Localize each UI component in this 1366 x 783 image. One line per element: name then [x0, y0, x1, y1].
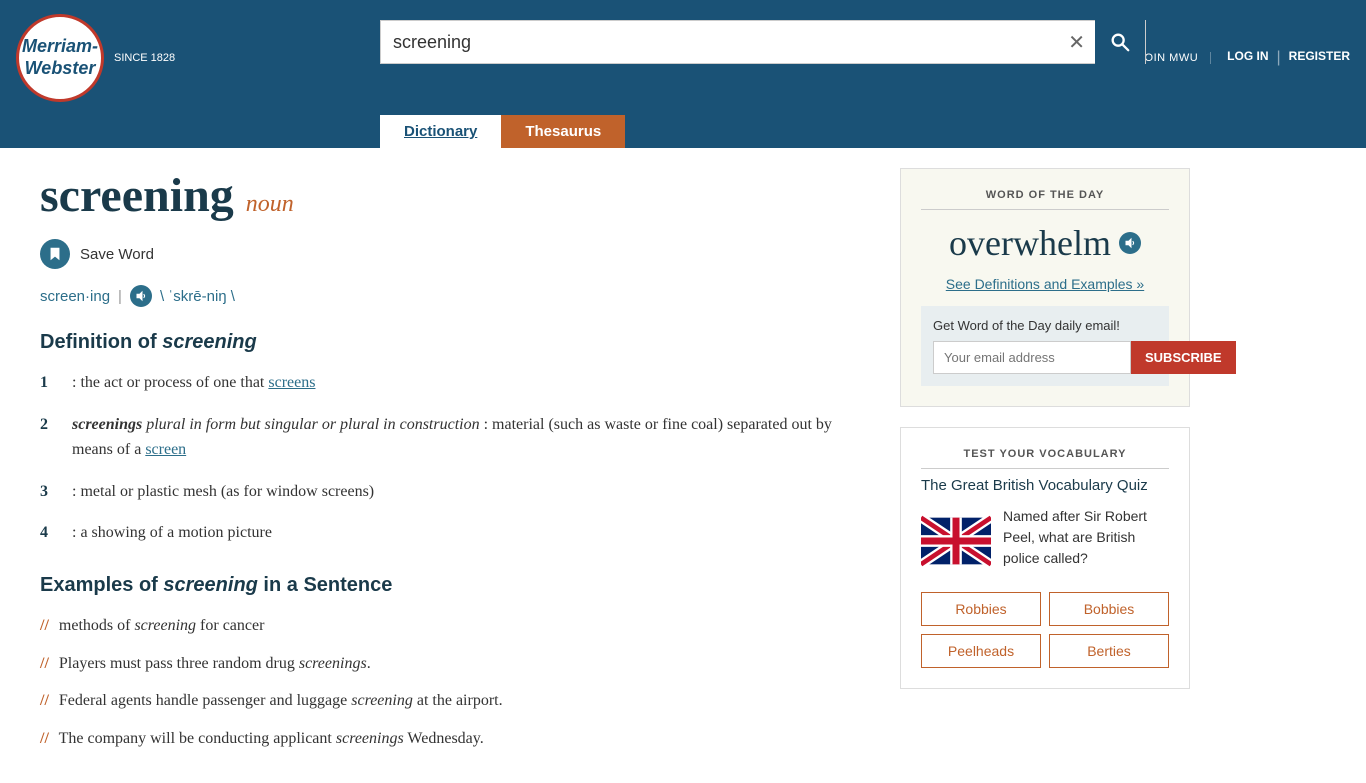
- example-2: // Players must pass three random drug s…: [40, 651, 860, 677]
- wotd-email-section: Get Word of the Day daily email! SUBSCRI…: [921, 306, 1169, 386]
- example-4: // The company will be conducting applic…: [40, 726, 860, 752]
- screens-link[interactable]: screens: [268, 374, 315, 391]
- quiz-question: Named after Sir Robert Peel, what are Br…: [1003, 506, 1169, 576]
- since-label: SINCE 1828: [114, 52, 175, 64]
- wotd-word: overwhelm: [921, 222, 1169, 264]
- save-icon[interactable]: [40, 239, 70, 269]
- def-item-3: 3 : metal or plastic mesh (as for window…: [40, 479, 860, 505]
- def-item-1: 1 : the act or process of one that scree…: [40, 370, 860, 396]
- wotd-see-more-link[interactable]: See Definitions and Examples »: [946, 276, 1144, 292]
- tab-bar: Dictionary Thesaurus: [0, 115, 1366, 148]
- headword: screening: [40, 168, 234, 223]
- screen-link[interactable]: screen: [145, 441, 186, 458]
- examples-heading: Examples of screening in a Sentence: [40, 574, 860, 597]
- part-of-speech: noun: [246, 191, 294, 218]
- definition-heading: Definition of screening: [40, 331, 860, 354]
- search-icon: [1109, 31, 1131, 53]
- email-form: SUBSCRIBE: [933, 341, 1157, 374]
- logo-circle: Merriam-Webster: [16, 14, 104, 102]
- auth-links: LOG IN | REGISTER: [1227, 49, 1350, 67]
- title-row: screening noun: [40, 168, 860, 223]
- clear-search-button[interactable]: ✕: [1058, 30, 1095, 55]
- definition-list: 1 : the act or process of one that scree…: [40, 370, 860, 546]
- register-link[interactable]: REGISTER: [1289, 49, 1350, 67]
- audio-button[interactable]: [130, 285, 152, 307]
- main-layout: screening noun Save Word screen·ing | \ …: [0, 148, 1366, 783]
- login-link[interactable]: LOG IN: [1227, 49, 1268, 67]
- quiz-title: The Great British Vocabulary Quiz: [921, 477, 1169, 494]
- wotd-label: WORD OF THE DAY: [921, 189, 1169, 210]
- uk-flag-icon: [921, 506, 991, 576]
- content-area: screening noun Save Word screen·ing | \ …: [40, 168, 860, 763]
- subscribe-button[interactable]: SUBSCRIBE: [1131, 341, 1236, 374]
- wotd-audio-button[interactable]: [1119, 232, 1141, 254]
- logo[interactable]: Merriam-Webster SINCE 1828: [16, 14, 175, 102]
- search-input[interactable]: [381, 32, 1058, 53]
- quiz-answers: Robbies Bobbies Peelheads Berties: [921, 592, 1169, 668]
- pronunciation: screen·ing | \ ˈskrē-niŋ \: [40, 285, 860, 307]
- bookmark-icon: [48, 246, 62, 262]
- vocab-label: TEST YOUR VOCABULARY: [921, 448, 1169, 469]
- quiz-image-row: Named after Sir Robert Peel, what are Br…: [921, 506, 1169, 576]
- vocab-box: TEST YOUR VOCABULARY The Great British V…: [900, 427, 1190, 689]
- example-3: // Federal agents handle passenger and l…: [40, 688, 860, 714]
- wotd-email-label: Get Word of the Day daily email!: [933, 318, 1157, 333]
- quiz-answer-4[interactable]: Berties: [1049, 634, 1169, 668]
- save-word-row: Save Word: [40, 239, 860, 269]
- tab-thesaurus[interactable]: Thesaurus: [501, 115, 625, 148]
- sidebar: WORD OF THE DAY overwhelm See Definition…: [900, 168, 1190, 763]
- search-button[interactable]: [1095, 20, 1145, 64]
- wotd-speaker-icon: [1124, 237, 1136, 249]
- tab-dictionary[interactable]: Dictionary: [380, 115, 501, 148]
- wotd-box: WORD OF THE DAY overwhelm See Definition…: [900, 168, 1190, 407]
- quiz-flag: [921, 506, 991, 576]
- save-word-label[interactable]: Save Word: [80, 246, 154, 263]
- quiz-answer-3[interactable]: Peelheads: [921, 634, 1041, 668]
- pronunciation-text: \ ˈskrē-niŋ \: [160, 288, 235, 305]
- quiz-answer-1[interactable]: Robbies: [921, 592, 1041, 626]
- syllables: screen·ing: [40, 288, 110, 305]
- speaker-icon: [135, 290, 147, 302]
- search-bar: ✕: [380, 20, 1146, 64]
- header: Merriam-Webster SINCE 1828 GAMES & QUIZZ…: [0, 0, 1366, 115]
- email-input[interactable]: [933, 341, 1131, 374]
- def-item-2: 2 screenings plural in form but singular…: [40, 412, 860, 463]
- quiz-answer-2[interactable]: Bobbies: [1049, 592, 1169, 626]
- search-container: ✕: [380, 20, 1146, 64]
- def-item-4: 4 : a showing of a motion picture: [40, 520, 860, 546]
- example-1: // methods of screening for cancer: [40, 613, 860, 639]
